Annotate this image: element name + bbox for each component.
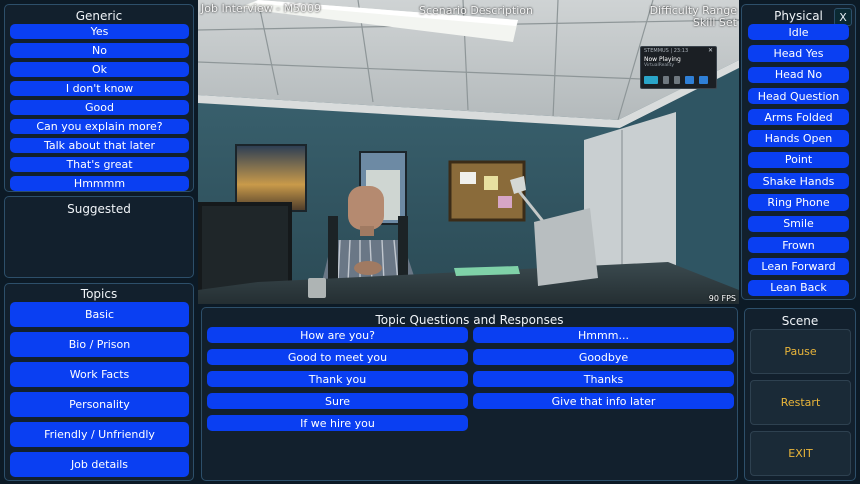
topic-basic-button[interactable]: Basic: [10, 302, 189, 327]
restart-button[interactable]: Restart: [750, 380, 851, 425]
physical-lean-forward-button[interactable]: Lean Forward: [748, 258, 849, 275]
physical-ring-phone-button[interactable]: Ring Phone: [748, 194, 849, 211]
generic-talk-later-button[interactable]: Talk about that later: [10, 138, 189, 153]
topics-title: Topics: [80, 287, 118, 301]
now-playing-subtitle: VirtualReality: [644, 63, 675, 68]
physical-smile-button[interactable]: Smile: [748, 215, 849, 232]
physical-lean-back-button[interactable]: Lean Back: [748, 279, 849, 296]
physical-arms-folded-button[interactable]: Arms Folded: [748, 109, 849, 126]
scene-viewport: Job Interview - M5009 Scenario Descripti…: [198, 0, 739, 304]
generic-thats-great-button[interactable]: That's great: [10, 157, 189, 172]
question-sure-button[interactable]: Sure: [207, 393, 468, 409]
suggested-panel: Suggested: [4, 196, 194, 278]
suggested-title: Suggested: [67, 202, 131, 216]
exit-button[interactable]: EXIT: [750, 431, 851, 476]
generic-dont-know-button[interactable]: I don't know: [10, 81, 189, 96]
topic-friendly-button[interactable]: Friendly / Unfriendly: [10, 422, 189, 447]
questions-left-column: How are you? Good to meet you Thank you …: [207, 327, 468, 431]
generic-explain-more-button[interactable]: Can you explain more?: [10, 119, 189, 134]
physical-shake-hands-button[interactable]: Shake Hands: [748, 173, 849, 190]
scene-buttons: Pause Restart EXIT: [750, 329, 851, 476]
question-thanks-button[interactable]: Thanks: [473, 371, 734, 387]
now-playing-popup: STEMMUS | 23:13 ✕ Now Playing VirtualRea…: [640, 46, 717, 89]
topic-questions-panel: Topic Questions and Responses How are yo…: [201, 307, 738, 481]
generic-no-button[interactable]: No: [10, 43, 189, 58]
physical-buttons: Idle Head Yes Head No Head Question Arms…: [748, 24, 849, 296]
skill-set-label[interactable]: Skill Set: [693, 16, 737, 29]
questions-right-column: Hmmm... Goodbye Thanks Give that info la…: [473, 327, 734, 409]
topics-buttons: Basic Bio / Prison Work Facts Personalit…: [10, 302, 189, 477]
now-playing-header: STEMMUS | 23:13: [644, 48, 689, 54]
physical-frown-button[interactable]: Frown: [748, 236, 849, 254]
physical-head-yes-button[interactable]: Head Yes: [748, 45, 849, 62]
physical-head-no-button[interactable]: Head No: [748, 66, 849, 83]
mic-icon[interactable]: [663, 76, 669, 84]
generic-panel: Generic Yes No Ok I don't know Good Can …: [4, 4, 194, 192]
generic-good-button[interactable]: Good: [10, 100, 189, 115]
window-icon[interactable]: [685, 76, 694, 84]
question-give-info-later-button[interactable]: Give that info later: [473, 393, 734, 409]
topics-panel: Topics Basic Bio / Prison Work Facts Per…: [4, 283, 194, 481]
generic-ok-button[interactable]: Ok: [10, 62, 189, 77]
question-if-we-hire-you-button[interactable]: If we hire you: [207, 415, 468, 431]
physical-idle-button[interactable]: Idle: [748, 24, 849, 41]
physical-panel: Physical X Idle Head Yes Head No Head Qu…: [741, 4, 856, 300]
now-playing-controls: [644, 76, 708, 84]
topic-questions-title: Topic Questions and Responses: [375, 313, 564, 327]
physical-head-question-button[interactable]: Head Question: [748, 87, 849, 105]
question-thank-you-button[interactable]: Thank you: [207, 371, 468, 387]
generic-yes-button[interactable]: Yes: [10, 24, 189, 39]
generic-hmmmm-button[interactable]: Hmmmm: [10, 176, 189, 191]
generic-title: Generic: [75, 9, 123, 23]
topic-work-facts-button[interactable]: Work Facts: [10, 362, 189, 387]
scene-panel: Scene Pause Restart EXIT: [744, 308, 856, 481]
now-playing-title: Now Playing: [644, 56, 681, 63]
physical-point-button[interactable]: Point: [748, 151, 849, 169]
fps-counter: 90 FPS: [708, 294, 736, 303]
topic-job-details-button[interactable]: Job details: [10, 452, 189, 477]
physical-hands-open-button[interactable]: Hands Open: [748, 130, 849, 147]
question-hmmm-button[interactable]: Hmmm...: [473, 327, 734, 343]
topic-bio-prison-button[interactable]: Bio / Prison: [10, 332, 189, 357]
file-icon[interactable]: [699, 76, 708, 84]
app-icon[interactable]: [644, 76, 658, 84]
wrench-icon[interactable]: [674, 76, 680, 84]
now-playing-close-icon[interactable]: ✕: [708, 47, 713, 54]
topic-personality-button[interactable]: Personality: [10, 392, 189, 417]
pause-button[interactable]: Pause: [750, 329, 851, 374]
generic-buttons: Yes No Ok I don't know Good Can you expl…: [10, 24, 189, 191]
scenario-description-link[interactable]: Scenario Description: [419, 4, 533, 17]
question-goodbye-button[interactable]: Goodbye: [473, 349, 734, 365]
scenario-title: Job Interview - M5009: [201, 2, 322, 15]
question-how-are-you-button[interactable]: How are you?: [207, 327, 468, 343]
question-good-to-meet-you-button[interactable]: Good to meet you: [207, 349, 468, 365]
scene-title: Scene: [781, 314, 819, 328]
